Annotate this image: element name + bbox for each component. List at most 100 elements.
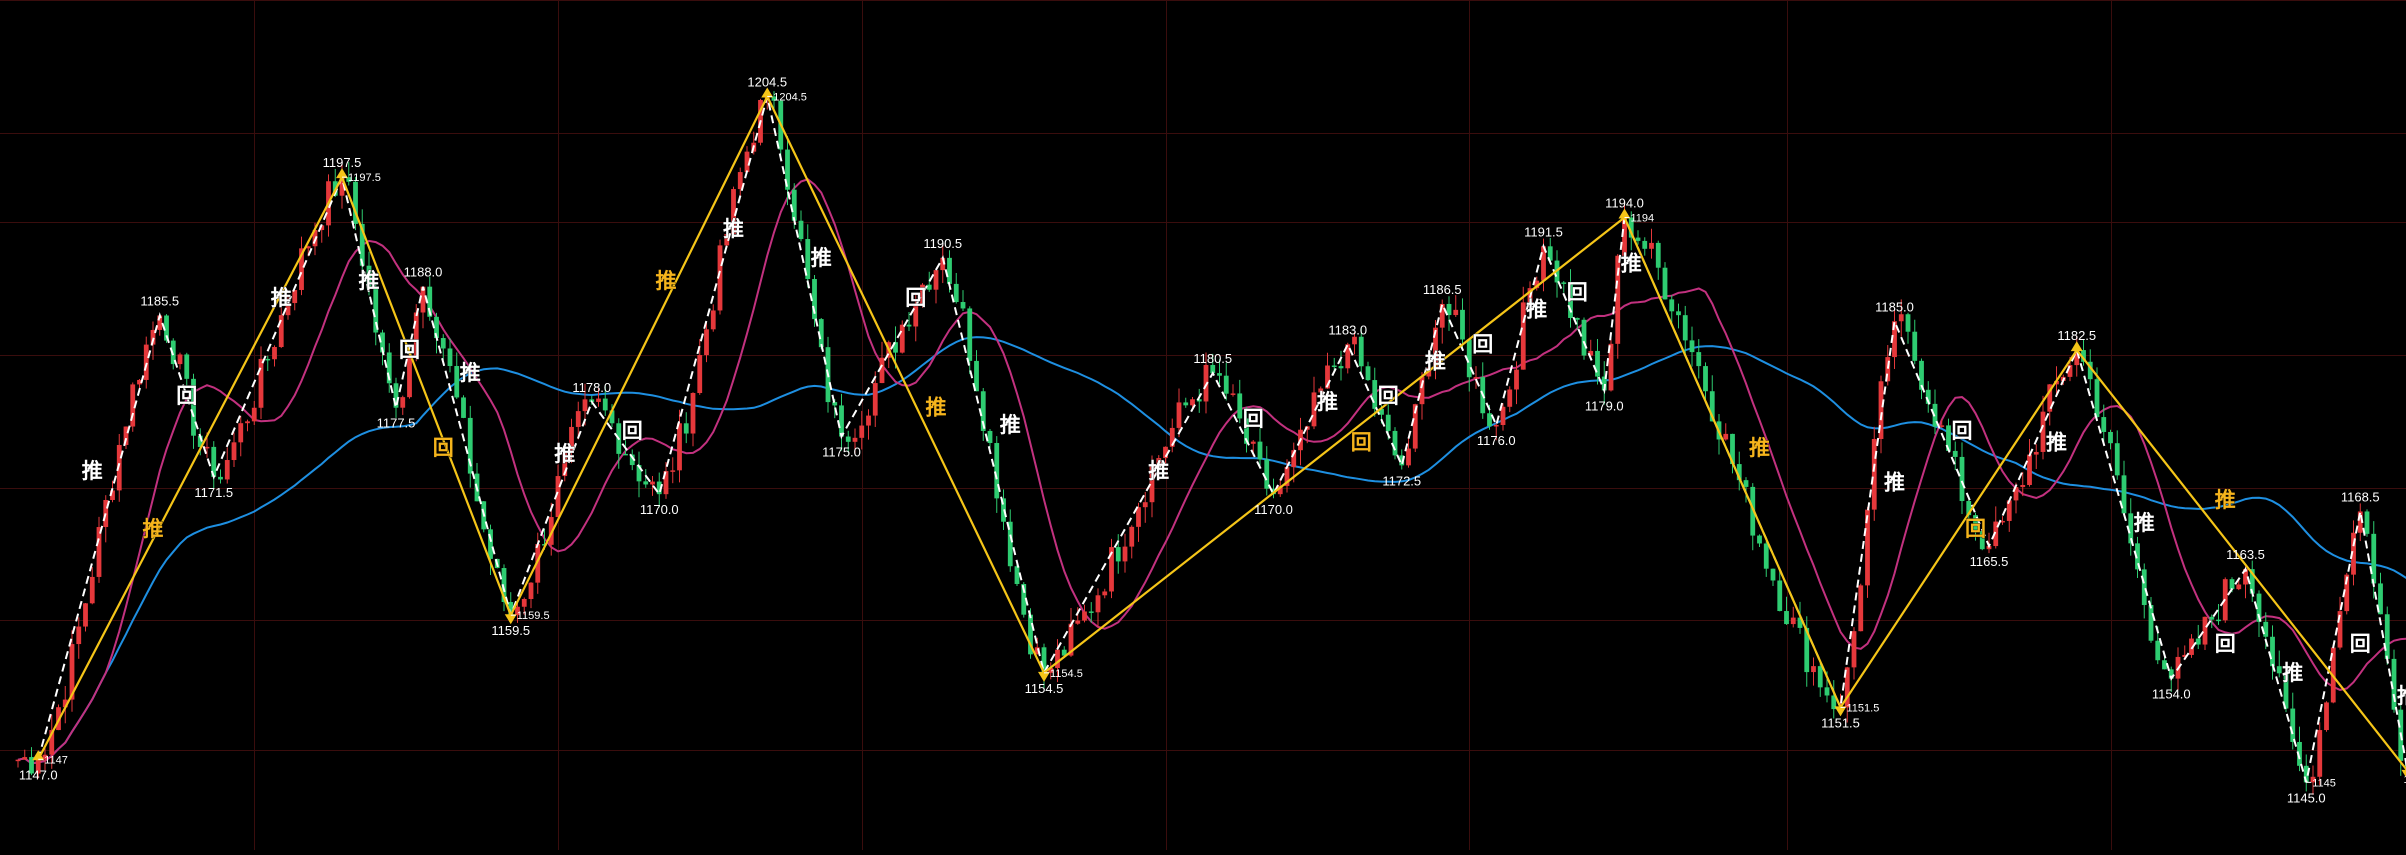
pivot-label: 1151.5 [1821, 715, 1860, 730]
candle-body [873, 383, 878, 416]
candle-body [1258, 442, 1263, 460]
pivot-label: 1197.5 [348, 172, 381, 184]
candle-body [1507, 389, 1512, 406]
pivot-label: 1171.5 [194, 485, 233, 500]
candle-body [691, 393, 696, 434]
candle-body [947, 258, 952, 284]
push-annotation: 推 [1884, 472, 1905, 495]
candle-body [22, 757, 27, 760]
push-annotation: 推 [811, 247, 832, 270]
candle-body [2209, 617, 2214, 620]
candle-body [2007, 500, 2012, 521]
candle-body [711, 310, 716, 329]
candle-body [1129, 527, 1134, 547]
candle-body [684, 423, 689, 433]
candle-body [1406, 449, 1411, 466]
pivot-label: 1185.5 [140, 293, 179, 308]
pullback-annotation: 回 [176, 385, 197, 408]
candle-body [2162, 660, 2167, 669]
candle-body [1393, 431, 1398, 455]
pullback-annotation: 回 [433, 437, 454, 460]
candle-body [1460, 310, 1465, 340]
candle-body [2263, 622, 2268, 637]
candle-body [1514, 370, 1519, 390]
push-annotation: 推 [82, 460, 103, 483]
candle-body [1642, 241, 1647, 249]
candle-body [1055, 650, 1060, 668]
candle-body [184, 354, 189, 378]
candle-body [2149, 605, 2154, 641]
candle-body [1953, 451, 1958, 457]
candle-body [1332, 366, 1337, 368]
candle-body [76, 627, 81, 644]
pivot-label: 1178.0 [572, 380, 611, 395]
pivot-label: 1168.5 [2341, 489, 2380, 504]
pivot-label: 1180.5 [1193, 351, 1232, 366]
push-annotation: 推 [2282, 662, 2303, 685]
pivot-label: 1186.5 [1423, 282, 1462, 297]
candle-body [1764, 543, 1769, 568]
candle-body [232, 442, 237, 460]
candle-body [2277, 666, 2282, 673]
pivot-label: 1190.5 [923, 236, 962, 251]
candle-body [1669, 299, 1674, 311]
candle-body [83, 603, 88, 626]
pullback-annotation: 回 [622, 420, 643, 443]
candle-body [1386, 415, 1391, 431]
candle-body [576, 411, 581, 427]
candle-body [583, 399, 588, 411]
candle-body [1703, 366, 1708, 391]
pivot-label: 1170.0 [640, 502, 679, 517]
candle-body [252, 408, 257, 422]
candle-body [1453, 310, 1458, 315]
candle-body [2115, 443, 2120, 475]
candle-body [846, 437, 851, 442]
candle-body [1939, 425, 1944, 427]
candle-body [1183, 402, 1188, 405]
pivot-label: 1204.5 [747, 74, 787, 89]
candle-body [1359, 337, 1364, 367]
candle-body [1177, 402, 1182, 427]
candle-body [1912, 332, 1917, 361]
pullback-annotation: 回 [1472, 333, 1493, 356]
candle-body [2230, 579, 2235, 589]
pivot-label: 1154.5 [1050, 668, 1083, 680]
candle-body [461, 397, 466, 417]
candle-body [603, 399, 608, 411]
candle-body [522, 599, 527, 607]
candle-body [1656, 243, 1661, 268]
candle-body [934, 270, 939, 290]
candle-body [988, 431, 993, 443]
push-annotation: 推 [2046, 431, 2067, 454]
candle-body [1237, 393, 1242, 418]
push-annotation: 推 [2134, 512, 2155, 535]
candle-body [704, 329, 709, 355]
candle-body [1811, 666, 1816, 672]
candle-body [2020, 485, 2025, 487]
pivot-label: 1197.5 [323, 155, 362, 170]
candle-body [1521, 302, 1526, 369]
candle-body [2290, 709, 2295, 742]
candle-body [272, 347, 277, 359]
candle-body [2095, 379, 2100, 417]
candle-body [1723, 434, 1728, 440]
chart-canvas: 1147.011471185.51171.51197.51197.51177.5… [0, 0, 2406, 850]
pivot-label: 1163.5 [2226, 547, 2265, 562]
candle-body [1872, 439, 1877, 510]
pivot-label: 1175.0 [822, 445, 861, 460]
candle-body [441, 338, 446, 348]
candle-body [1123, 547, 1128, 562]
candle-body [1372, 380, 1377, 409]
candle-body [1771, 569, 1776, 581]
candle-body [1494, 425, 1499, 427]
push-annotation: 推 [1317, 391, 1338, 414]
candle-body [967, 308, 972, 360]
pivot-label: 1170.0 [1254, 502, 1293, 517]
candle-body [1683, 315, 1688, 340]
push-annotation: 推 [2215, 489, 2236, 512]
pullback-annotation: 回 [2215, 633, 2236, 656]
candle-body [1757, 536, 1762, 544]
candle-body [1852, 631, 1857, 667]
candle-body [792, 190, 797, 221]
push-annotation: 推 [359, 270, 380, 293]
